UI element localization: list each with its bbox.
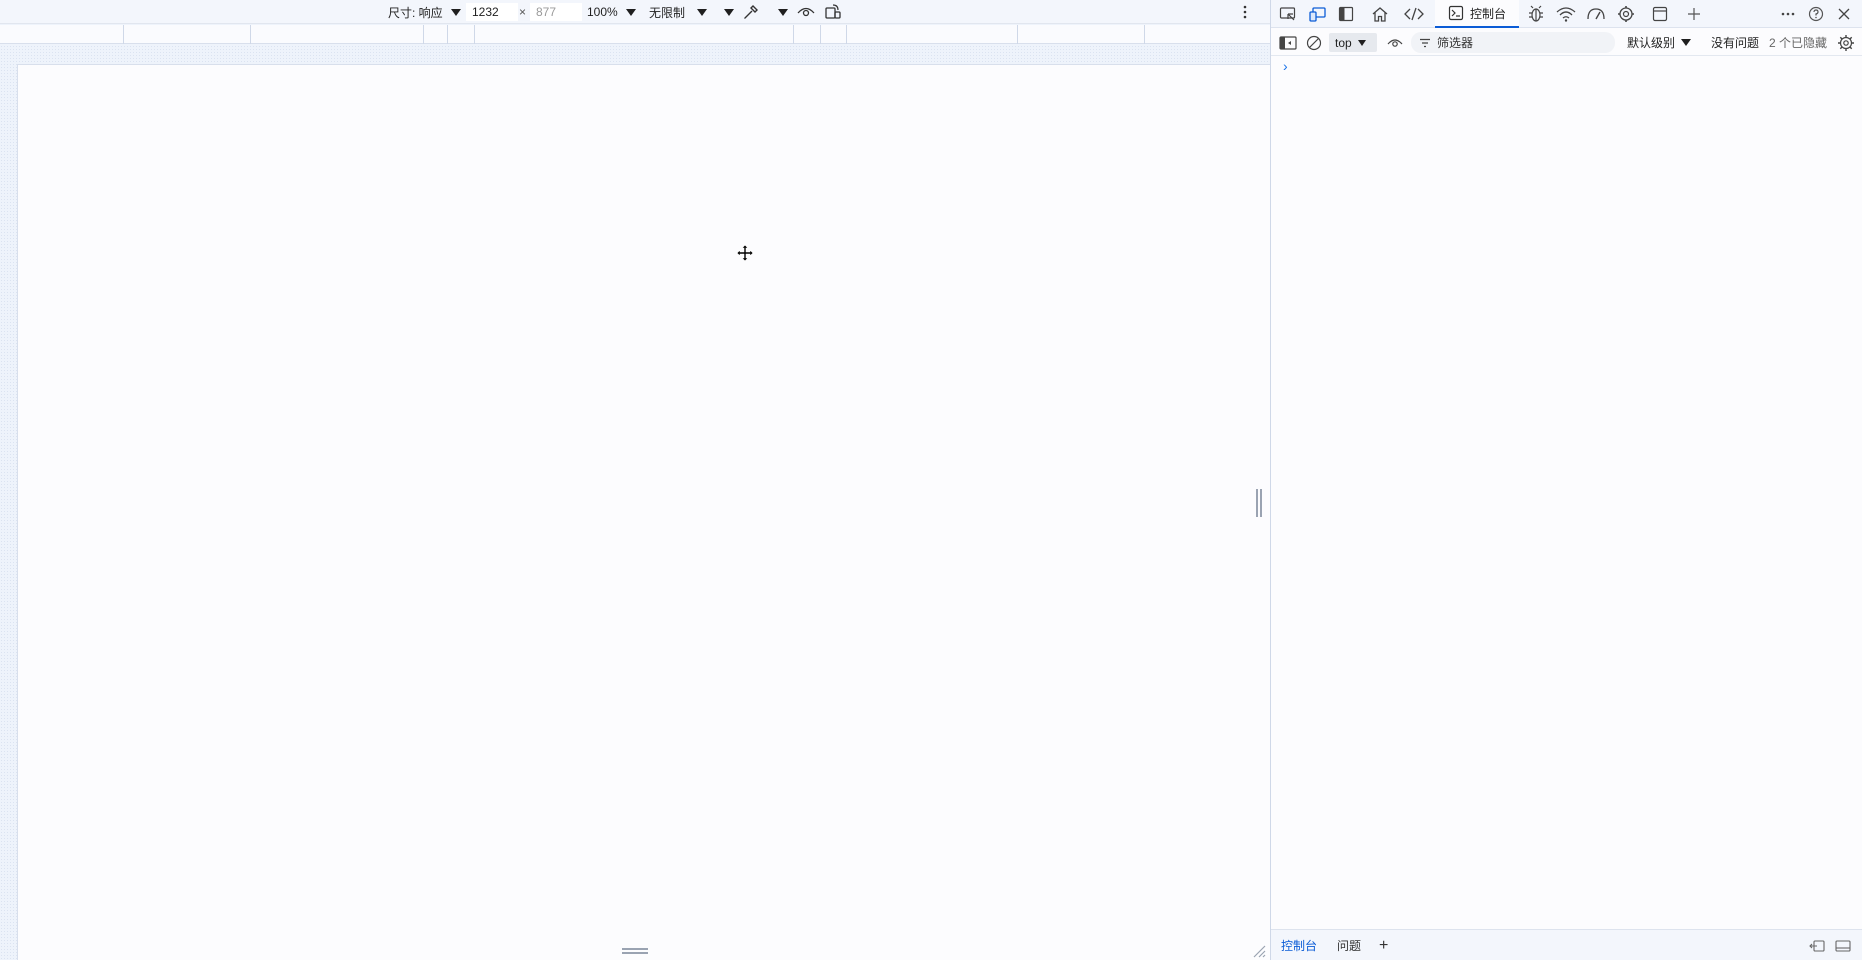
issues-status[interactable]: 没有问题 bbox=[1711, 29, 1759, 56]
drawer-tab-console[interactable]: 控制台 bbox=[1281, 930, 1317, 960]
move-cursor-icon bbox=[737, 245, 753, 261]
inspect-icon[interactable] bbox=[1277, 4, 1299, 24]
sensors-dropdown[interactable] bbox=[776, 0, 788, 24]
console-prompt[interactable]: › bbox=[1283, 58, 1288, 74]
ruler-segment[interactable] bbox=[423, 25, 424, 44]
device-emulation-icon[interactable] bbox=[1307, 4, 1329, 24]
more-horizontal-icon[interactable] bbox=[1777, 4, 1799, 24]
devtools-tab-bar: 控制台 bbox=[1271, 0, 1862, 28]
performance-gauge-icon[interactable] bbox=[1585, 4, 1607, 24]
wifi-network-icon[interactable] bbox=[1555, 4, 1577, 24]
corner-resize-handle[interactable] bbox=[1252, 944, 1266, 958]
drawer-add-tab-plus-icon[interactable]: + bbox=[1379, 930, 1388, 960]
height-input[interactable] bbox=[530, 3, 582, 21]
height-resize-handle[interactable] bbox=[622, 948, 648, 954]
width-resize-handle[interactable] bbox=[1256, 489, 1262, 517]
console-filter-input[interactable]: 筛选器 bbox=[1411, 32, 1615, 53]
hidden-count: 2 个已隐藏 bbox=[1769, 36, 1828, 50]
tab-console[interactable]: 控制台 bbox=[1435, 0, 1519, 28]
close-icon[interactable] bbox=[1833, 4, 1855, 24]
drawer-dock-icon[interactable] bbox=[1809, 930, 1825, 960]
width-input[interactable] bbox=[466, 3, 518, 21]
emulated-page-viewport[interactable] bbox=[17, 64, 1270, 960]
media-query-ruler bbox=[0, 25, 1270, 44]
clear-console-icon[interactable] bbox=[1306, 29, 1322, 56]
emulation-toolbar: 尺寸: 响应 × 100% 无限制 bbox=[0, 0, 1270, 24]
more-options-dropdown[interactable] bbox=[718, 0, 734, 24]
rotate-device-icon[interactable] bbox=[824, 0, 842, 24]
throttling-label: 无限制 bbox=[649, 5, 686, 20]
zoom-label: 100% bbox=[587, 5, 618, 19]
ruler-segment[interactable] bbox=[250, 25, 251, 44]
dimensions-label: 尺寸: 响应 bbox=[388, 5, 443, 20]
chevron-down-icon bbox=[625, 8, 636, 16]
chevron-down-icon bbox=[450, 8, 461, 16]
chevron-down-icon bbox=[724, 8, 734, 16]
ruler-segment[interactable] bbox=[474, 25, 475, 44]
tab-console-label: 控制台 bbox=[1469, 6, 1506, 21]
drawer-tab-issues[interactable]: 问题 bbox=[1337, 930, 1361, 960]
device-emulation-area: 尺寸: 响应 × 100% 无限制 bbox=[0, 0, 1270, 960]
eye-icon[interactable] bbox=[797, 0, 815, 24]
devtools-panel: 控制台 top 筛选器 默认级别 没有问题 2 个已隐藏 › 控制台 问题 + bbox=[1270, 0, 1862, 960]
live-expression-eye-icon[interactable] bbox=[1387, 29, 1403, 56]
filter-icon bbox=[1420, 38, 1430, 47]
console-settings-gear-icon[interactable] bbox=[1837, 29, 1855, 56]
sidebar-toggle-icon[interactable] bbox=[1279, 29, 1297, 56]
chevron-down-icon bbox=[1681, 39, 1692, 46]
home-icon[interactable] bbox=[1369, 4, 1391, 24]
log-level-label: 默认级别 bbox=[1627, 36, 1676, 50]
application-window-icon[interactable] bbox=[1649, 4, 1671, 24]
dock-icon[interactable] bbox=[1335, 4, 1357, 24]
chevron-down-icon bbox=[697, 8, 708, 16]
devtools-drawer: 控制台 问题 + bbox=[1271, 929, 1862, 960]
plus-icon[interactable] bbox=[1683, 4, 1705, 24]
context-label: top bbox=[1335, 35, 1352, 50]
more-vertical-icon[interactable] bbox=[1242, 0, 1248, 24]
throttling-dropdown[interactable]: 无限制 bbox=[649, 0, 708, 24]
log-level-dropdown[interactable]: 默认级别 bbox=[1627, 29, 1692, 56]
ruler-segment[interactable] bbox=[1017, 25, 1018, 44]
ruler-segment[interactable] bbox=[846, 25, 847, 44]
chevron-down-icon bbox=[1357, 39, 1366, 46]
context-select[interactable]: top bbox=[1329, 33, 1377, 52]
ruler-segment[interactable] bbox=[793, 25, 794, 44]
filter-placeholder: 筛选器 bbox=[1437, 36, 1474, 50]
ruler-segment[interactable] bbox=[1144, 25, 1145, 44]
console-toolbar: top 筛选器 默认级别 没有问题 2 个已隐藏 bbox=[1271, 29, 1862, 56]
eyedropper-icon[interactable] bbox=[742, 0, 760, 24]
bug-icon[interactable] bbox=[1525, 4, 1547, 24]
drawer-collapse-icon[interactable] bbox=[1835, 930, 1851, 960]
chevron-down-icon bbox=[778, 8, 788, 16]
dimensions-dropdown[interactable]: 尺寸: 响应 bbox=[388, 0, 461, 24]
zoom-dropdown[interactable]: 100% bbox=[587, 0, 636, 24]
settings-gear-icon[interactable] bbox=[1615, 4, 1637, 24]
ruler-segment[interactable] bbox=[820, 25, 821, 44]
ruler-segment[interactable] bbox=[447, 25, 448, 44]
help-icon[interactable] bbox=[1805, 4, 1827, 24]
elements-code-icon[interactable] bbox=[1403, 4, 1425, 24]
console-icon bbox=[1448, 5, 1464, 21]
ruler-segment[interactable] bbox=[123, 25, 124, 44]
times-sign: × bbox=[519, 5, 527, 19]
